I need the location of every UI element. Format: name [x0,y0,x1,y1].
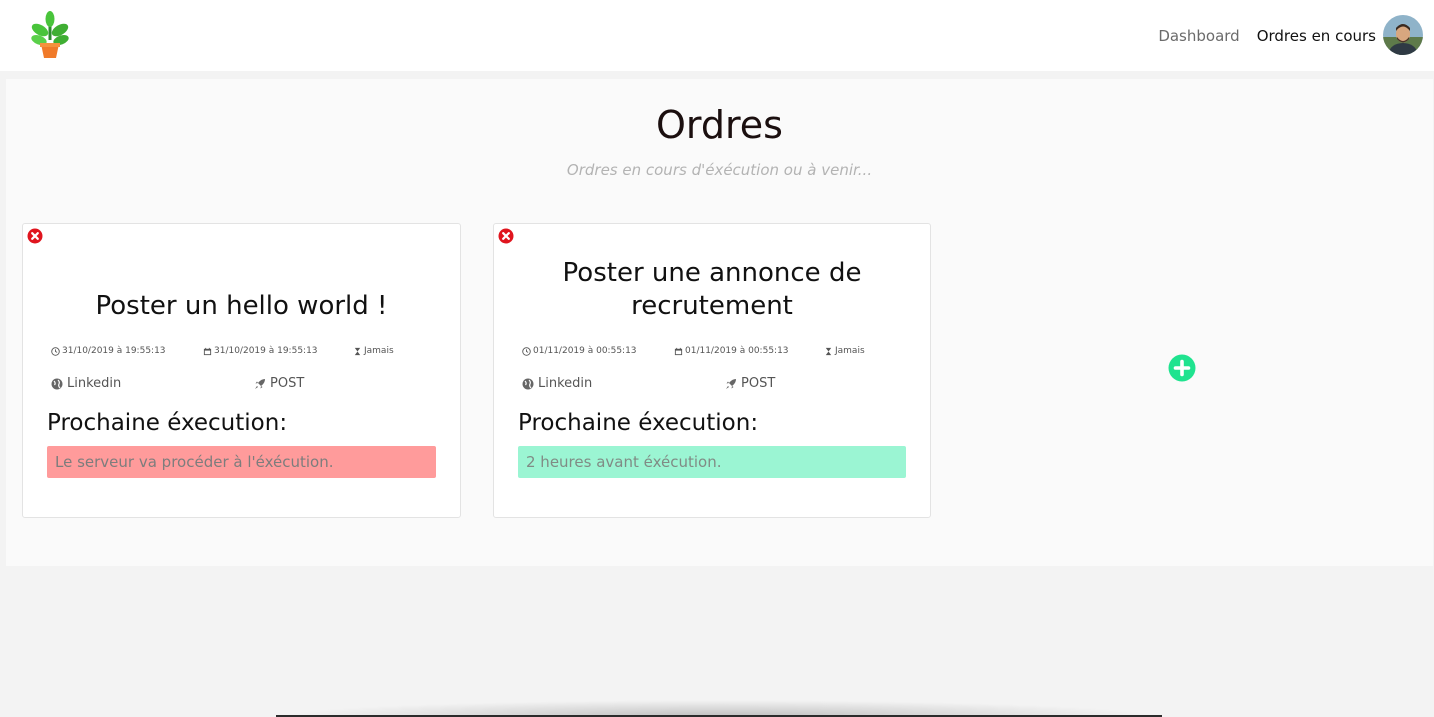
hourglass-icon [354,347,361,355]
page-title: Ordres [656,103,783,147]
method-info: POST [254,376,304,391]
order-title: Poster une annonce de recrutement [562,258,862,321]
method-info: POST [725,376,775,391]
nav-link-dashboard[interactable]: Dashboard [1158,27,1239,45]
orders-panel: Ordres Ordres en cours d'éxécution ou à … [6,79,1433,566]
scheduled-date-text: 01/11/2019 à 00:55:13 [685,346,789,356]
globe-icon [51,378,63,389]
created-date-text: 31/10/2019 à 19:55:13 [62,346,166,356]
execution-status: 2 heures avant éxécution. [518,446,906,478]
order-meta-row: 01/11/2019 à 00:55:13 01/11/2019 à 00:55… [522,346,906,360]
order-card: Poster un hello world ! 31/10/2019 à 19:… [22,223,461,518]
globe-icon [522,378,534,389]
order-card: Poster une annonce de recrutement 01/11/… [493,223,931,518]
created-date: 31/10/2019 à 19:55:13 [51,346,166,356]
plant-logo-icon[interactable] [28,10,74,60]
clock-icon [51,346,60,356]
plus-circle-icon [1168,354,1196,382]
nav-links: Dashboard Ordres en cours [1158,24,1376,48]
add-order-button[interactable] [1168,354,1196,382]
user-avatar[interactable] [1383,15,1423,55]
order-info-row: Linkedin POST [522,376,906,394]
order-info-row: Linkedin POST [51,376,436,394]
top-navbar: Dashboard Ordres en cours [0,0,1434,71]
created-date-text: 01/11/2019 à 00:55:13 [533,346,637,356]
close-icon[interactable] [27,228,43,244]
network-text: Linkedin [67,376,122,391]
execution-status: Le serveur va procéder à l'éxécution. [47,446,436,478]
calendar-icon [203,347,212,355]
calendar-icon [674,347,683,355]
repeat-text: Jamais [835,346,865,356]
next-execution-label: Prochaine éxecution: [47,410,288,436]
close-icon[interactable] [498,228,514,244]
network-text: Linkedin [538,376,593,391]
order-meta-row: 31/10/2019 à 19:55:13 31/10/2019 à 19:55… [51,346,436,360]
hourglass-icon [825,347,832,355]
nav-link-ordres-en-cours[interactable]: Ordres en cours [1257,27,1376,45]
rocket-icon [726,378,736,389]
page-subtitle: Ordres en cours d'éxécution ou à venir..… [566,161,873,179]
next-execution-label: Prochaine éxecution: [518,410,759,436]
method-text: POST [270,376,305,391]
clock-icon [522,346,531,356]
repeat-text: Jamais [364,346,394,356]
scheduled-date-text: 31/10/2019 à 19:55:13 [214,346,318,356]
scheduled-date: 31/10/2019 à 19:55:13 [203,346,318,356]
network-info: Linkedin [51,376,121,391]
rocket-icon [255,378,265,389]
scheduled-date: 01/11/2019 à 00:55:13 [674,346,789,356]
created-date: 01/11/2019 à 00:55:13 [522,346,637,356]
network-info: Linkedin [522,376,592,391]
order-title: Poster un hello world ! [95,291,388,321]
repeat-info: Jamais [824,346,865,356]
repeat-info: Jamais [353,346,394,356]
method-text: POST [741,376,776,391]
